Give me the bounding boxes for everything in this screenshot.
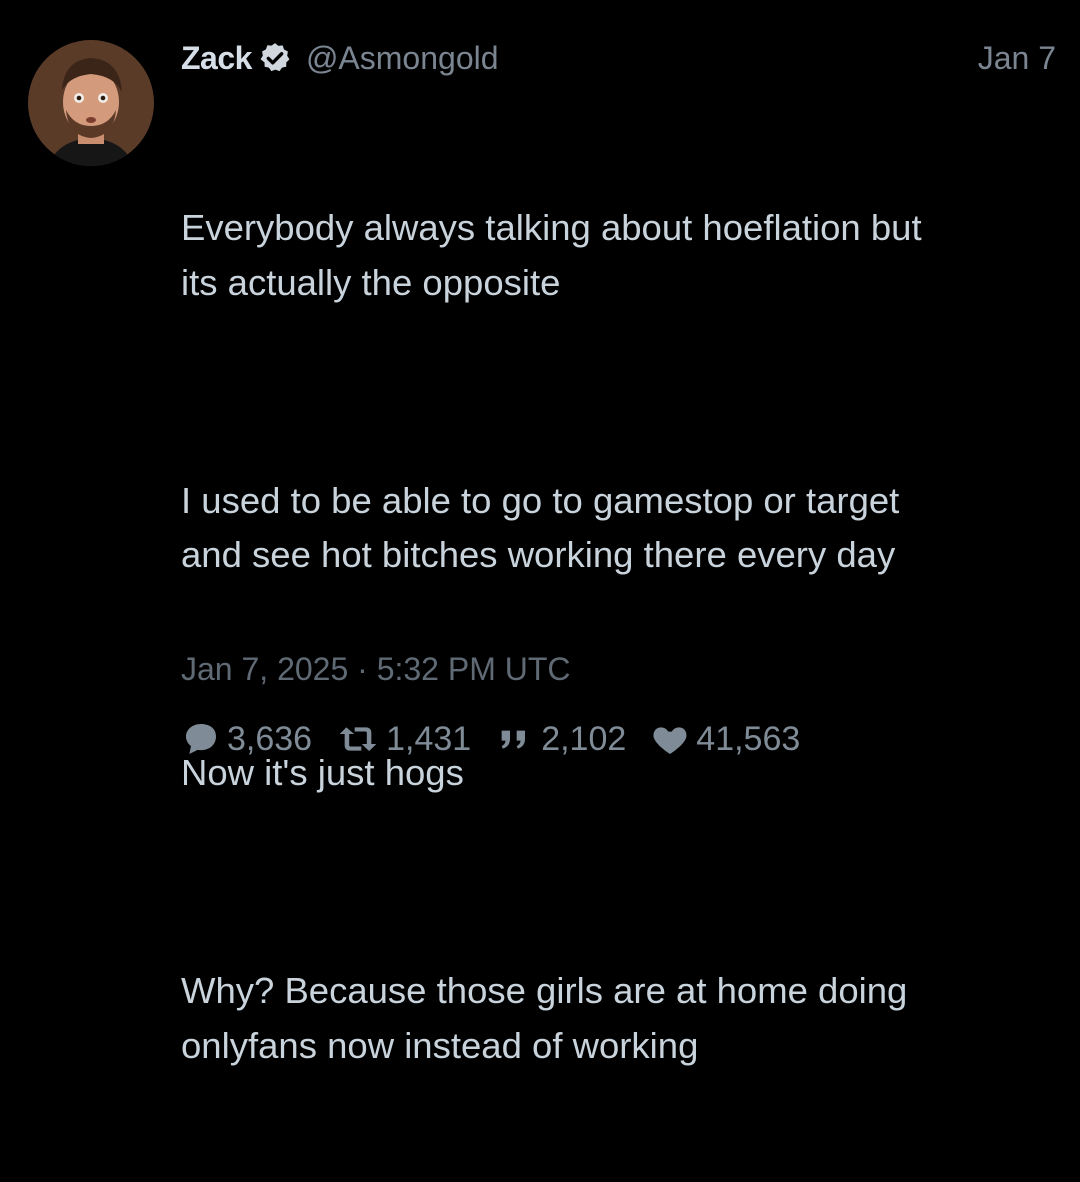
reply-icon	[186, 724, 216, 754]
tweet-timestamp[interactable]: Jan 7, 2025 · 5:32 PM UTC	[181, 651, 571, 688]
quote-count: 2,102	[541, 719, 627, 758]
retweet-count: 1,431	[386, 719, 472, 758]
reply-count: 3,636	[227, 719, 313, 758]
author-display-name[interactable]: Zack	[181, 40, 252, 77]
tweet-date-short[interactable]: Jan 7	[978, 40, 1056, 77]
tweet-paragraph: Everybody always talking about hoeflatio…	[181, 207, 922, 303]
reply-stat[interactable]: 3,636	[181, 719, 312, 759]
quote-icon	[501, 730, 526, 749]
avatar-photo	[28, 40, 154, 166]
like-count: 41,563	[696, 719, 801, 758]
tweet-text: Everybody always talking about hoeflatio…	[181, 92, 1041, 1182]
tweet-paragraph: Why? Because those girls are at home doi…	[181, 970, 908, 1066]
like-stat[interactable]: 41,563	[650, 719, 800, 759]
author-handle[interactable]: @Asmongold	[306, 40, 499, 77]
retweet-icon	[339, 727, 377, 751]
tweet-paragraph: I used to be able to go to gamestop or t…	[181, 479, 900, 576]
tweet-stats: 3,636 1,431 2,102 41,563	[181, 716, 824, 762]
heart-icon	[653, 727, 687, 754]
author-avatar[interactable]	[28, 40, 154, 166]
tweet-header: Zack @Asmongold Jan 7	[181, 36, 1056, 80]
verified-badge-icon	[260, 43, 290, 72]
quote-stat[interactable]: 2,102	[495, 719, 626, 759]
tweet-card: Zack @Asmongold Jan 7 Everybody always t…	[0, 0, 1080, 1066]
retweet-stat[interactable]: 1,431	[336, 719, 471, 759]
